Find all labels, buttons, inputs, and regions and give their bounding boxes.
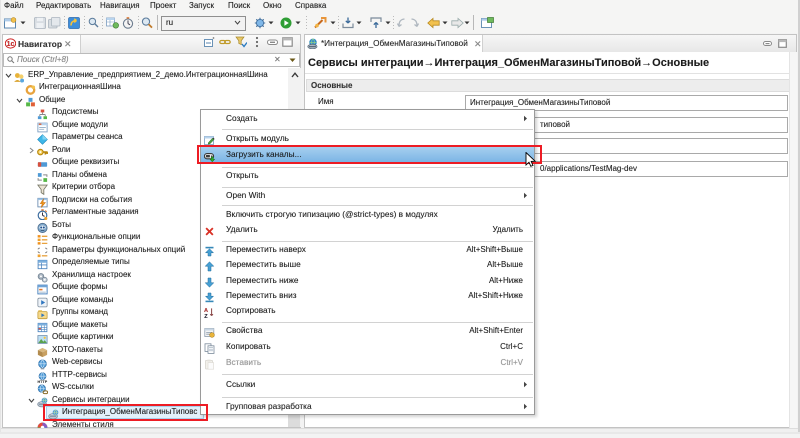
svg-text:Z: Z [204, 313, 208, 317]
svg-text:1с: 1с [7, 41, 15, 48]
